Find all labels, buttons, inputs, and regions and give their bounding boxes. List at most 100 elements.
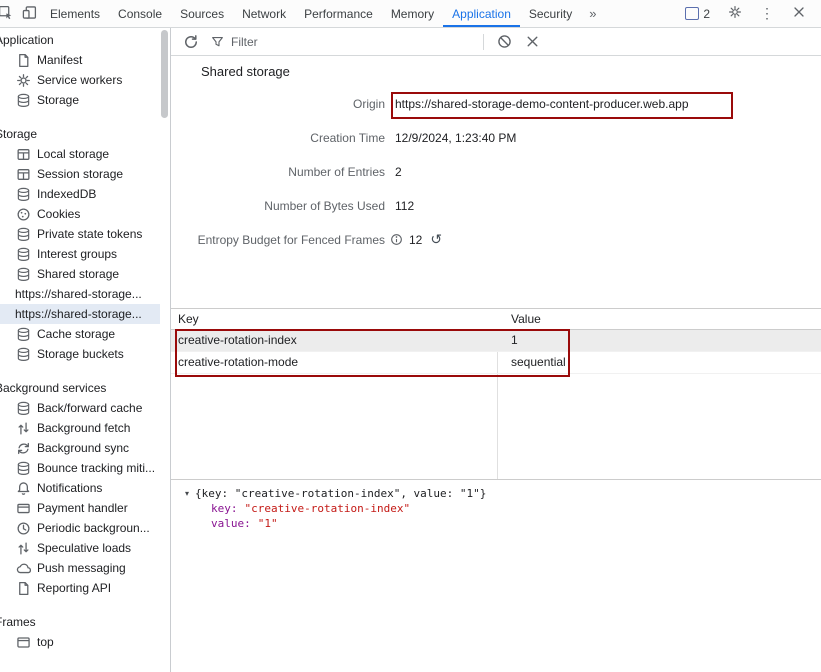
section-title-storage: Storage [0,124,160,144]
sidebar-item-reporting-api[interactable]: Reporting API [0,578,160,598]
issues-icon [685,7,699,20]
filter-input[interactable] [231,35,483,49]
meta-row-bytes-used: Number of Bytes Used 112 [171,189,821,223]
sidebar-item-label: Push messaging [37,561,126,575]
close-devtools-button[interactable] [787,5,811,22]
preview-entry-key: key:"creative-rotation-index" [185,501,821,516]
section-title-application: Application [0,30,160,50]
page-title: Shared storage [201,64,290,79]
property-name: value: [211,517,251,530]
sidebar-item-cache-storage[interactable]: Cache storage [0,324,160,344]
tab-performance[interactable]: Performance [295,0,382,27]
document-icon [16,581,31,596]
database-icon [16,247,31,262]
sidebar-item-bounce-tracking-mitigations[interactable]: Bounce tracking miti... [0,458,160,478]
entries-count: 2 [395,165,402,179]
entropy-budget: 12 [409,233,422,247]
section-title-background-services: Background services [0,378,160,398]
meta-label: Creation Time [171,131,385,145]
sidebar-item-label: IndexedDB [37,187,96,201]
database-icon [16,461,31,476]
sidebar-item-cookies[interactable]: Cookies [0,204,160,224]
cell-key: creative-rotation-mode [171,352,504,373]
meta-label: Number of Entries [171,165,385,179]
inspect-element-button[interactable] [0,0,17,27]
block-icon [497,38,512,52]
gear-icon [728,5,742,22]
column-header-key[interactable]: Key [171,309,504,329]
sidebar-item-shared-storage[interactable]: Shared storage [0,264,160,284]
entry-preview-pane: {key: "creative-rotation-index", value: … [171,479,821,672]
tab-elements[interactable]: Elements [41,0,109,27]
sidebar-item-label: Background fetch [37,421,130,435]
delete-selected-button[interactable] [525,34,540,49]
table-row-creative-rotation-index[interactable]: creative-rotation-index 1 [171,330,821,352]
sidebar-item-manifest[interactable]: Manifest [0,50,160,70]
sidebar-item-session-storage[interactable]: Session storage [0,164,160,184]
sidebar-item-label: Speculative loads [37,541,131,555]
gear-icon [16,73,31,88]
column-header-value[interactable]: Value [504,309,821,329]
sidebar-item-back-forward-cache[interactable]: Back/forward cache [0,398,160,418]
meta-label: Number of Bytes Used [171,199,385,213]
more-options-button[interactable] [760,5,774,22]
table-row-creative-rotation-mode[interactable]: creative-rotation-mode sequential [171,352,821,374]
sidebar-item-notifications[interactable]: Notifications [0,478,160,498]
clear-all-button[interactable] [497,34,512,49]
tab-console[interactable]: Console [109,0,171,27]
database-icon [16,187,31,202]
property-value: "creative-rotation-index" [245,502,411,515]
tab-network[interactable]: Network [233,0,295,27]
meta-row-creation-time: Creation Time 12/9/2024, 1:23:40 PM [171,121,821,155]
tab-application[interactable]: Application [443,0,520,27]
database-icon [16,267,31,282]
section-title-frames: Frames [0,612,160,632]
sidebar-item-service-workers[interactable]: Service workers [0,70,160,90]
document-icon [16,53,31,68]
sidebar-item-local-storage[interactable]: Local storage [0,144,160,164]
sidebar-item-background-sync[interactable]: Background sync [0,438,160,458]
sidebar-item-payment-handler[interactable]: Payment handler [0,498,160,518]
sidebar-item-frame-top[interactable]: top [0,632,160,652]
sidebar-item-shared-storage-origin-2[interactable]: https://shared-storage... [0,304,160,324]
sidebar-item-indexeddb[interactable]: IndexedDB [0,184,160,204]
tab-sources[interactable]: Sources [171,0,233,27]
sidebar-item-storage[interactable]: Storage [0,90,160,110]
settings-button[interactable] [723,5,747,22]
sidebar-scrollbar-thumb[interactable] [161,30,168,118]
up-down-arrows-icon [16,421,31,436]
cloud-icon [16,561,31,576]
sync-arrows-icon [16,441,31,456]
disclosure-triangle-icon[interactable] [185,486,189,501]
sidebar-item-speculative-loads[interactable]: Speculative loads [0,538,160,558]
tab-security[interactable]: Security [520,0,581,27]
sidebar-item-push-messaging[interactable]: Push messaging [0,558,160,578]
preview-summary-line: {key: "creative-rotation-index", value: … [185,486,821,501]
sidebar-item-label: Bounce tracking miti... [37,461,155,475]
sidebar-item-background-fetch[interactable]: Background fetch [0,418,160,438]
inspect-icon [0,5,13,23]
shared-storage-content: Shared storage Origin https://shared-sto… [171,56,821,672]
application-sidebar: Application Manifest Service workers Sto… [0,28,171,672]
sidebar-item-label: Private state tokens [37,227,142,241]
up-down-arrows-icon [16,541,31,556]
shared-storage-panel: Shared storage Origin https://shared-sto… [171,28,821,672]
entropy-label-text: Entropy Budget for Fenced Frames [198,233,385,247]
sidebar-item-periodic-background-sync[interactable]: Periodic backgroun... [0,518,160,538]
database-icon [16,93,31,108]
sidebar-item-shared-storage-origin-1[interactable]: https://shared-storage... [0,284,160,304]
sidebar-item-private-state-tokens[interactable]: Private state tokens [0,224,160,244]
sidebar-item-interest-groups[interactable]: Interest groups [0,244,160,264]
info-icon[interactable] [390,233,403,246]
close-icon [525,38,540,52]
more-tabs-button[interactable]: » [581,0,604,27]
refresh-button[interactable] [183,34,199,50]
payment-card-icon [16,501,31,516]
close-icon [792,5,806,22]
device-toolbar-button[interactable] [17,0,41,27]
sidebar-item-storage-buckets[interactable]: Storage buckets [0,344,160,364]
reset-budget-icon[interactable] [430,233,442,247]
issues-badge[interactable]: 2 [685,7,710,21]
sidebar-scrollbar[interactable] [161,30,168,670]
tab-memory[interactable]: Memory [382,0,443,27]
